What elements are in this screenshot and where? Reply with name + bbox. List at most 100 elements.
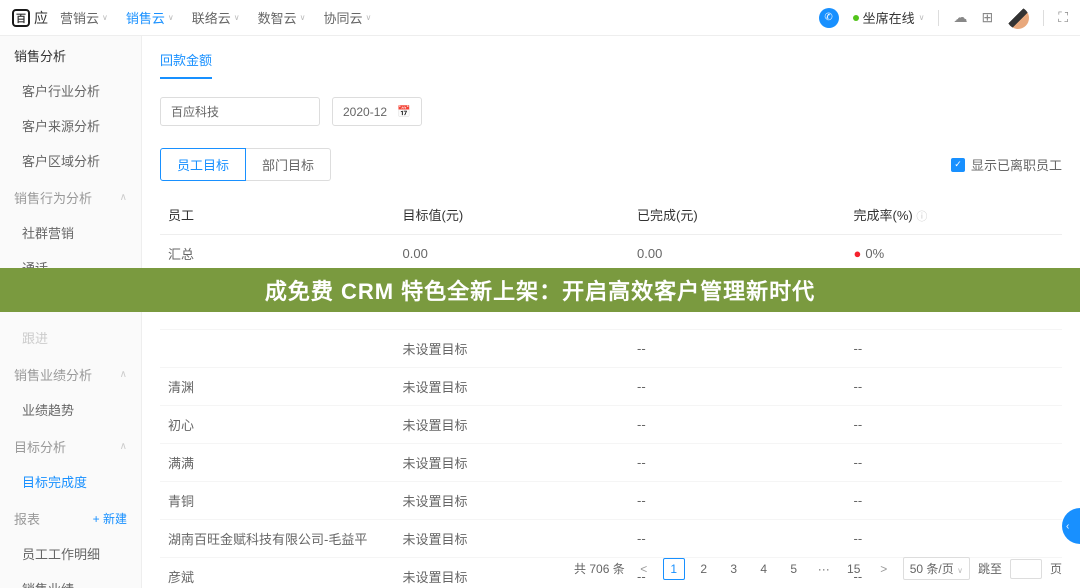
page-5[interactable]: 5 xyxy=(783,558,805,580)
promo-banner: 成免费 CRM 特色全新上架：开启高效客户管理新时代 xyxy=(0,268,1080,312)
cell-name xyxy=(160,311,395,330)
logo-icon: 百 xyxy=(12,9,30,27)
cell-rate: -- xyxy=(846,482,1063,520)
sidebar-section-performance[interactable]: 销售业绩分析∧ xyxy=(0,355,141,392)
sidebar-item-industry[interactable]: 客户行业分析 xyxy=(0,73,141,108)
sidebar-item-trend[interactable]: 业绩趋势 xyxy=(0,392,141,427)
table-row: 清渊未设置目标---- xyxy=(160,368,1062,406)
table-row: 湖南百旺金赋科技有限公司-毛益平未设置目标---- xyxy=(160,520,1062,558)
cell-name xyxy=(160,330,395,368)
show-left-checkbox[interactable]: ✓ 显示已离职员工 xyxy=(951,155,1062,174)
data-table: 员工 目标值(元) 已完成(元) 完成率(%) ⓘ 汇总0.000.00●0%泰… xyxy=(160,195,1062,588)
page-4[interactable]: 4 xyxy=(753,558,775,580)
cell-done: -- xyxy=(629,368,845,406)
sidebar-section-behavior[interactable]: 销售行为分析∧ xyxy=(0,178,141,215)
cell-name: 汇总 xyxy=(160,235,395,273)
chevron-up-icon: ∧ xyxy=(120,441,127,452)
add-report-button[interactable]: + 新建 xyxy=(93,510,127,527)
col-rate: 完成率(%) ⓘ xyxy=(846,195,1063,235)
tab-dept-target[interactable]: 部门目标 xyxy=(246,148,331,181)
page-3[interactable]: 3 xyxy=(723,558,745,580)
chevron-down-icon: ∨ xyxy=(919,13,925,22)
nav-tab-contact[interactable]: 联络云∨ xyxy=(192,8,240,27)
sidebar-item-sales-perf[interactable]: 销售业绩 xyxy=(0,571,141,588)
sidebar-item-followup: 跟进 xyxy=(0,320,141,355)
chevron-down-icon: ∨ xyxy=(957,566,963,575)
divider xyxy=(1043,10,1044,26)
status-dot-icon xyxy=(853,15,859,21)
apps-icon[interactable]: ⊞ xyxy=(981,9,993,26)
per-page-select[interactable]: 50 条/页 ∨ xyxy=(903,557,970,580)
cell-name: 清渊 xyxy=(160,368,395,406)
tab-employee-target[interactable]: 员工目标 xyxy=(160,148,246,181)
cell-done: -- xyxy=(629,444,845,482)
cell-target: 未设置目标 xyxy=(395,406,630,444)
cell-name: 湖南百旺金赋科技有限公司-毛益平 xyxy=(160,520,395,558)
logo-text: 应 xyxy=(34,8,48,28)
prev-page-button[interactable]: < xyxy=(633,558,655,580)
sidebar-item-staff-detail[interactable]: 员工工作明细 xyxy=(0,536,141,571)
cell-name: 青铜 xyxy=(160,482,395,520)
cell-done: -- xyxy=(629,330,845,368)
nav-tab-intelligence[interactable]: 数智云∨ xyxy=(258,8,306,27)
sidebar-section-target[interactable]: 目标分析∧ xyxy=(0,427,141,464)
fullscreen-icon[interactable]: ⛶ xyxy=(1058,9,1068,26)
date-filter[interactable]: 2020-12📅 xyxy=(332,97,422,126)
info-icon[interactable]: ⓘ xyxy=(916,211,927,223)
cell-target: 未设置目标 xyxy=(395,444,630,482)
cell-done: -- xyxy=(629,482,845,520)
avatar[interactable] xyxy=(1007,7,1029,29)
pagination: 共 706 条 < 1 2 3 4 5 ··· 15 > 50 条/页 ∨ 跳至… xyxy=(574,557,1062,580)
cell-target xyxy=(395,311,630,330)
sidebar-item-source[interactable]: 客户来源分析 xyxy=(0,108,141,143)
pagination-total: 共 706 条 xyxy=(574,560,625,577)
table-row: 初心未设置目标---- xyxy=(160,406,1062,444)
sidebar-item-community[interactable]: 社群营销 xyxy=(0,215,141,250)
page-1[interactable]: 1 xyxy=(663,558,685,580)
page-15[interactable]: 15 xyxy=(843,558,865,580)
nav-tab-sales[interactable]: 销售云∨ xyxy=(126,8,174,27)
cloud-icon[interactable]: ☁ xyxy=(953,9,967,26)
chevron-up-icon: ∧ xyxy=(120,192,127,203)
page-tab-title[interactable]: 回款金额 xyxy=(160,50,212,79)
nav-tab-marketing[interactable]: 营销云∨ xyxy=(60,8,108,27)
page-ellipsis: ··· xyxy=(813,558,835,580)
company-filter[interactable]: 百应科技 xyxy=(160,97,320,126)
cell-target: 未设置目标 xyxy=(395,520,630,558)
col-done: 已完成(元) xyxy=(629,195,845,235)
nav-tab-collab[interactable]: 协同云∨ xyxy=(324,8,372,27)
cell-name: 彦斌 xyxy=(160,558,395,588)
sidebar: 销售分析 客户行业分析 客户来源分析 客户区域分析 销售行为分析∧ 社群营销 通… xyxy=(0,36,142,588)
cell-target: 0.00 xyxy=(395,235,630,273)
col-target: 目标值(元) xyxy=(395,195,630,235)
calendar-icon: 📅 xyxy=(397,105,411,118)
cell-target: 未设置目标 xyxy=(395,368,630,406)
page-2[interactable]: 2 xyxy=(693,558,715,580)
sub-tabs: 员工目标 部门目标 xyxy=(160,148,331,181)
cell-rate: -- xyxy=(846,330,1063,368)
chevron-up-icon: ∧ xyxy=(120,369,127,380)
cell-done: 0.00 xyxy=(629,235,845,273)
logo[interactable]: 百 应 xyxy=(12,8,48,28)
table-row: 满满未设置目标---- xyxy=(160,444,1062,482)
cell-rate: ●0% xyxy=(846,235,1063,273)
header: 百 应 营销云∨ 销售云∨ 联络云∨ 数智云∨ 协同云∨ ✆ 坐席在线 ∨ ☁ … xyxy=(0,0,1080,36)
status-indicator[interactable]: 坐席在线 ∨ xyxy=(853,8,925,27)
chevron-down-icon: ∨ xyxy=(102,13,108,22)
phone-icon[interactable]: ✆ xyxy=(819,8,839,28)
header-right: ✆ 坐席在线 ∨ ☁ ⊞ ⛶ xyxy=(819,7,1068,29)
jump-page-input[interactable] xyxy=(1010,559,1042,579)
cell-done: -- xyxy=(629,406,845,444)
col-employee: 员工 xyxy=(160,195,395,235)
next-page-button[interactable]: > xyxy=(873,558,895,580)
cell-rate xyxy=(846,311,1063,330)
checkbox-icon: ✓ xyxy=(951,158,965,172)
sidebar-item-completion[interactable]: 目标完成度 xyxy=(0,464,141,499)
table-row: 青铜未设置目标---- xyxy=(160,482,1062,520)
sidebar-section-reports: 报表+ 新建 xyxy=(0,499,141,536)
cell-rate: -- xyxy=(846,368,1063,406)
chevron-down-icon: ∨ xyxy=(234,13,240,22)
sidebar-section-sales-analysis: 销售分析 xyxy=(0,36,141,73)
sidebar-item-region[interactable]: 客户区域分析 xyxy=(0,143,141,178)
chevron-down-icon: ∨ xyxy=(366,13,372,22)
